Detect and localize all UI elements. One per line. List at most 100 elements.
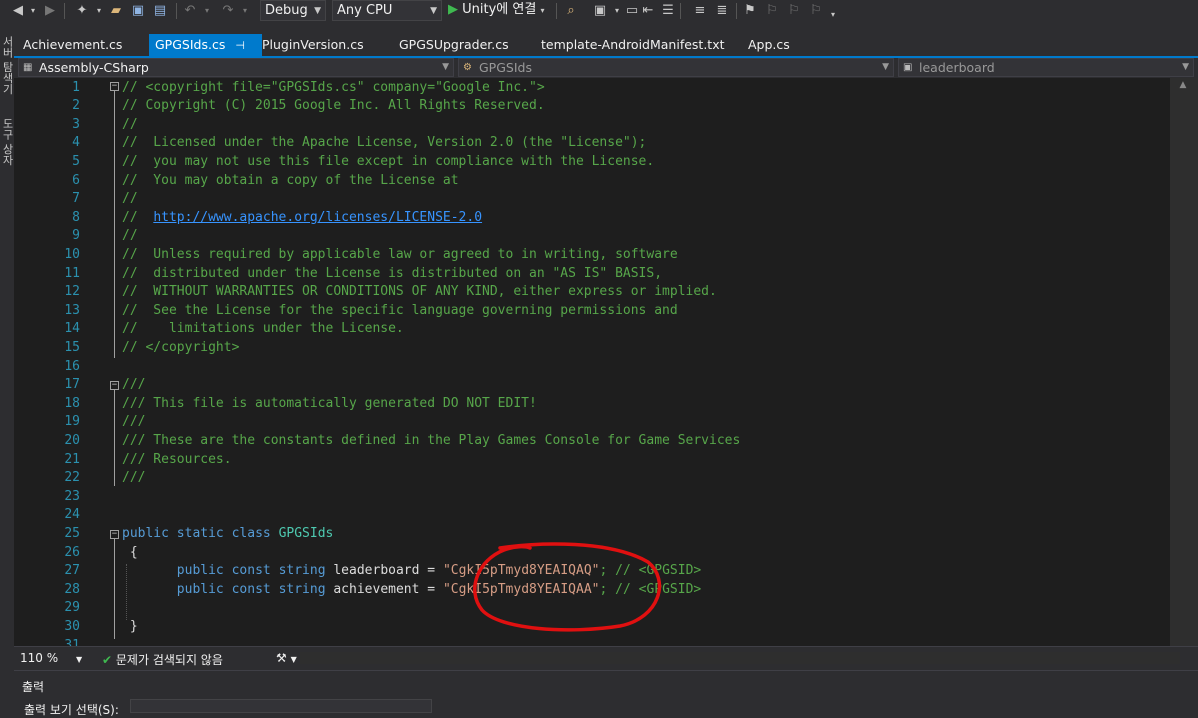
comment-out-icon[interactable]: ≡ (692, 0, 708, 22)
collapse-icon[interactable]: − (110, 82, 119, 91)
tab-label: GPGSIds.cs (155, 37, 226, 52)
code-line[interactable]: /// (122, 469, 145, 488)
previous-bookmark-icon[interactable]: ⚐ (764, 0, 780, 22)
line-number: 9 (72, 228, 80, 244)
code-line[interactable]: // you may not use this file except in c… (122, 153, 654, 172)
clear-bookmarks-icon[interactable]: ⚐ (808, 0, 824, 22)
tab-pluginversion[interactable]: PluginVersion.cs (262, 34, 364, 56)
uncomment-icon[interactable]: ≣ (714, 0, 730, 22)
code-line[interactable]: { (122, 544, 138, 563)
new-project-icon[interactable]: ✦ (74, 0, 90, 22)
code-line[interactable]: /// These are the constants defined in t… (122, 432, 740, 451)
line-number: 15 (64, 339, 80, 355)
output-source-select[interactable] (130, 699, 432, 713)
line-number: 21 (64, 451, 80, 467)
tab-gpgsupgrader[interactable]: GPGSUpgrader.cs (399, 34, 509, 56)
line-number: 22 (64, 470, 80, 486)
collapse-icon[interactable]: − (110, 530, 119, 539)
play-icon: ▶ (448, 2, 458, 17)
line-number: 1 (72, 79, 80, 95)
server-explorer-tab[interactable]: 서버 탐색기 (0, 36, 14, 95)
indent-guide (126, 564, 127, 620)
vertical-scrollbar[interactable]: ▲ (1170, 78, 1198, 646)
code-line[interactable]: // Unless required by applicable law or … (122, 246, 678, 265)
line-number: 11 (64, 265, 80, 281)
type-select[interactable]: ⚙ GPGSIds ▼ (458, 58, 894, 77)
line-number: 26 (64, 544, 80, 560)
zoom-select[interactable]: 110 % ▼ (20, 651, 82, 665)
horizontal-scrollbar[interactable] (300, 652, 1180, 664)
code-line[interactable]: // WITHOUT WARRANTIES OR CONDITIONS OF A… (122, 283, 717, 302)
save-all-icon[interactable]: ▤ (152, 0, 168, 22)
step-icon[interactable]: ⇤ (640, 0, 656, 22)
next-bookmark-icon[interactable]: ⚐ (786, 0, 802, 22)
code-line[interactable]: // You may obtain a copy of the License … (122, 172, 459, 191)
code-line[interactable]: // Licensed under the Apache License, Ve… (122, 134, 646, 153)
type-value: GPGSIds (479, 60, 532, 75)
issues-label: 문제가 검색되지 않음 (115, 653, 223, 667)
undo-icon[interactable]: ↶ (182, 0, 198, 22)
code-line[interactable]: /// Resources. (122, 451, 232, 470)
new-dropdown-icon[interactable]: ▾ (94, 0, 104, 22)
code-line[interactable]: // (122, 227, 138, 246)
forward-icon[interactable]: ▶ (42, 0, 58, 22)
tab-app[interactable]: App.cs (748, 34, 790, 56)
line-number: 31 (64, 637, 80, 647)
member-select[interactable]: ▣ leaderboard ▼ (898, 58, 1194, 77)
layout-dropdown-icon[interactable]: ▾ (612, 0, 622, 22)
line-number: 23 (64, 488, 80, 504)
undo-dropdown-icon[interactable]: ▾ (202, 0, 212, 22)
comment-text: // distributed under the License is dist… (122, 265, 663, 281)
tab-label: Achievement.cs (23, 37, 123, 52)
find-in-files-icon[interactable]: ⌕ (562, 0, 580, 22)
chevron-down-icon: ▼ (882, 62, 889, 72)
code-line[interactable]: // (122, 116, 138, 135)
bookmark-icon[interactable]: ⚑ (742, 0, 758, 22)
scroll-up-icon[interactable]: ▲ (1174, 80, 1192, 90)
back-icon[interactable]: ◀ (10, 0, 26, 22)
open-folder-icon[interactable]: ▰ (108, 0, 124, 22)
bookmark-list-icon[interactable]: ☰ (660, 0, 676, 22)
solution-explorer-icon[interactable]: ▣ (592, 0, 608, 22)
redo-dropdown-icon[interactable]: ▾ (240, 0, 250, 22)
configuration-value: Debug (265, 3, 308, 18)
cleanup-button[interactable]: ⚒ ▼ (276, 651, 297, 665)
back-dropdown-icon[interactable]: ▾ (28, 0, 38, 22)
code-line[interactable]: } (122, 618, 138, 637)
platform-select[interactable]: Any CPU ▼ (332, 0, 442, 21)
code-line[interactable]: // (122, 190, 138, 209)
code-line[interactable]: // Copyright (C) 2015 Google Inc. All Ri… (122, 97, 545, 116)
save-icon[interactable]: ▣ (130, 0, 146, 22)
tab-achievement[interactable]: Achievement.cs (23, 34, 122, 56)
code-line[interactable]: // See the License for the specific lang… (122, 302, 678, 321)
code-editor[interactable]: 1 // <copyright file="GPGSIds.cs" company… (14, 78, 1170, 646)
toggle-icon[interactable]: ▭ (624, 0, 640, 22)
redo-icon[interactable]: ↷ (220, 0, 236, 22)
code-line[interactable]: public const string achievement = "CgkI5… (122, 581, 701, 600)
tab-android-manifest[interactable]: template-AndroidManifest.txt (541, 34, 725, 56)
toolbox-tab[interactable]: 도구 상자 (0, 118, 14, 166)
pin-icon[interactable]: ⊣ (235, 39, 245, 52)
code-line[interactable]: public const string leaderboard = "CgkI5… (122, 562, 701, 581)
start-debugging-button[interactable]: ▶ Unity에 연결 ▾ (448, 0, 544, 22)
code-line[interactable]: /// This file is automatically generated… (122, 395, 537, 414)
code-line[interactable]: /// (122, 413, 145, 432)
code-line[interactable]: // <copyright file="GPGSIds.cs" company=… (122, 79, 545, 98)
issues-indicator[interactable]: ✔ 문제가 검색되지 않음 (102, 651, 223, 668)
project-value: Assembly-CSharp (39, 60, 149, 75)
code-line[interactable]: // </copyright> (122, 339, 239, 358)
line-number: 12 (64, 284, 80, 300)
code-line[interactable]: // http://www.apache.org/licenses/LICENS… (122, 209, 482, 228)
code-line[interactable]: // limitations under the License. (122, 320, 404, 339)
code-line[interactable]: public static class GPGSIds (122, 525, 333, 544)
tab-gpgsids[interactable]: GPGSIds.cs ⊣ ✕ (149, 34, 262, 75)
project-select[interactable]: ▦ Assembly-CSharp ▼ (18, 58, 454, 77)
code-line[interactable]: /// (122, 376, 145, 395)
configuration-select[interactable]: Debug ▼ (260, 0, 326, 21)
code-line[interactable]: // distributed under the License is dist… (122, 265, 662, 284)
line-number: 30 (64, 618, 80, 634)
toolbar-overflow-icon[interactable]: ▾ (828, 4, 838, 26)
collapse-icon[interactable]: − (110, 381, 119, 390)
constant-name: leaderboard (333, 563, 420, 579)
document-tabs: Achievement.cs GPGSIds.cs ⊣ ✕ PluginVers… (14, 34, 1198, 75)
